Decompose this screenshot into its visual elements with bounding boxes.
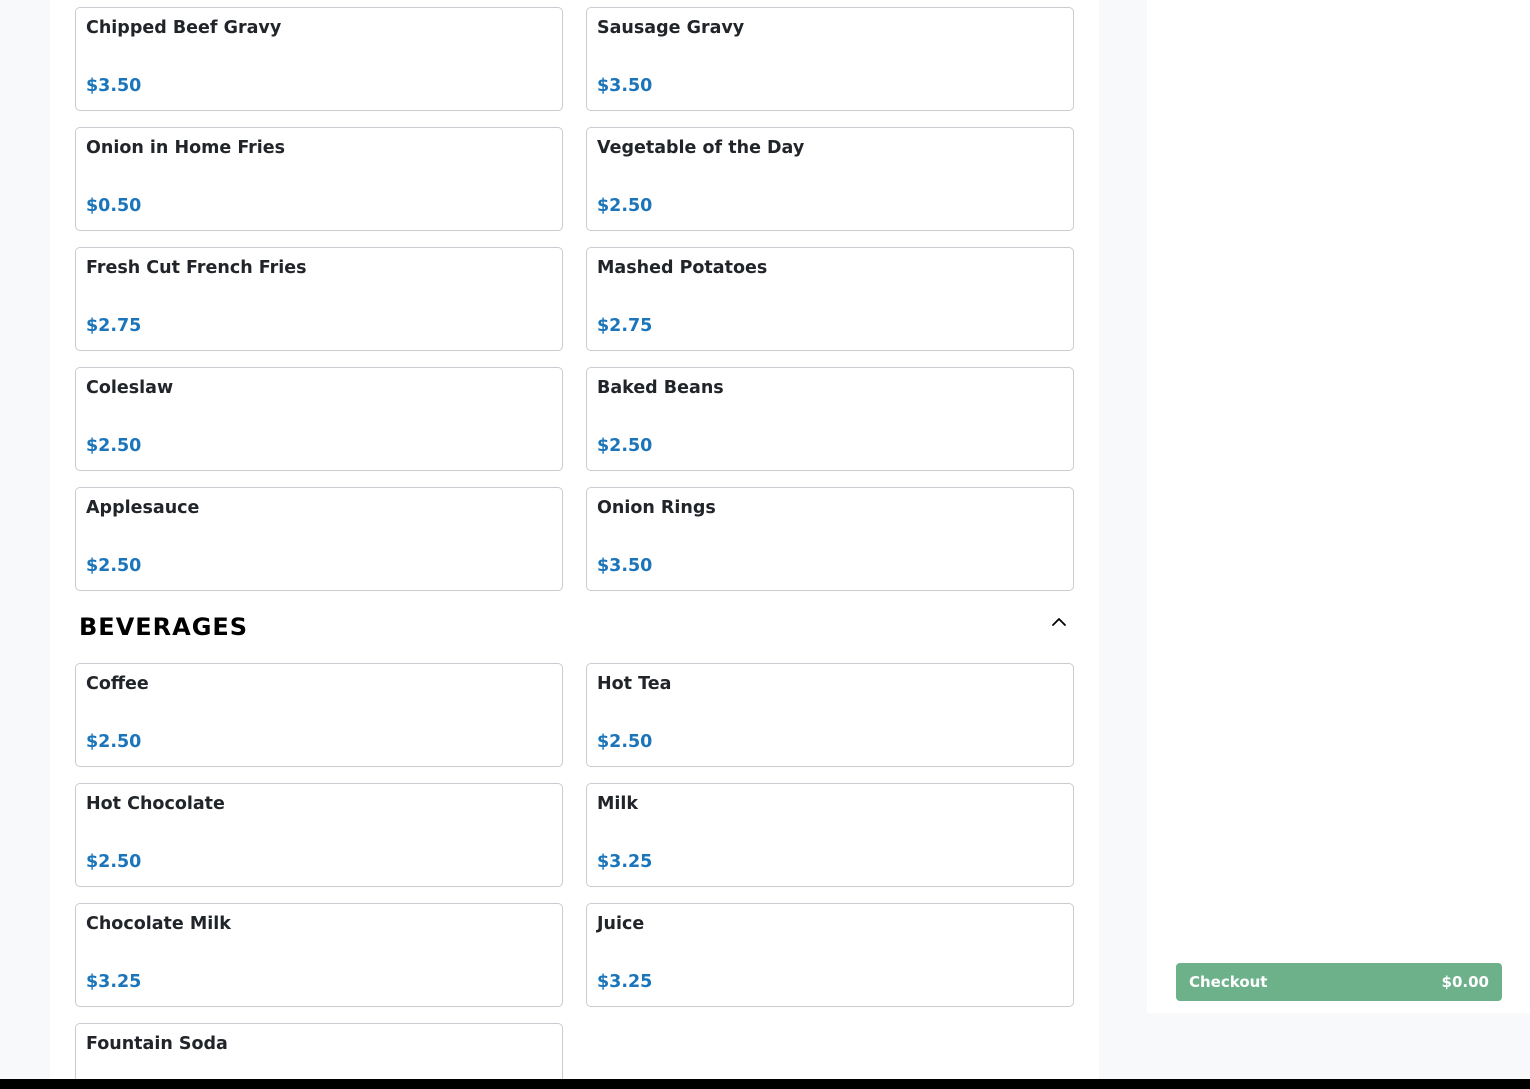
item-name: Onion Rings [597, 498, 716, 518]
menu-item-card[interactable]: Fresh Cut French Fries $2.75 [75, 247, 563, 351]
checkout-button[interactable]: Checkout $0.00 [1176, 963, 1502, 1001]
item-name: Fresh Cut French Fries [86, 258, 307, 278]
item-price: $2.50 [86, 852, 142, 872]
menu-item-card[interactable]: Vegetable of the Day $2.50 [586, 127, 1074, 231]
menu-item-card[interactable]: Applesauce $2.50 [75, 487, 563, 591]
item-name: Mashed Potatoes [597, 258, 768, 278]
item-name: Baked Beans [597, 378, 724, 398]
item-name: Onion in Home Fries [86, 138, 286, 158]
item-price: $3.50 [597, 556, 653, 576]
item-price: $2.50 [597, 436, 653, 456]
menu-item-card[interactable]: Sausage Gravy $3.50 [586, 7, 1074, 111]
item-price: $3.25 [597, 852, 653, 872]
section-title: BEVERAGES [79, 613, 249, 641]
menu-item-card[interactable]: Coleslaw $2.50 [75, 367, 563, 471]
beverages-section-header: BEVERAGES [79, 608, 1074, 648]
menu-item-card[interactable]: Hot Chocolate $2.50 [75, 783, 563, 887]
item-name: Hot Chocolate [86, 794, 225, 814]
item-price: $0.50 [86, 196, 142, 216]
item-price: $2.50 [86, 732, 142, 752]
item-price: $3.50 [86, 76, 142, 96]
item-name: Chocolate Milk [86, 914, 231, 934]
cart-panel [1147, 0, 1530, 1013]
chevron-up-icon[interactable] [1048, 611, 1070, 633]
checkout-label: Checkout [1189, 973, 1268, 991]
item-name: Hot Tea [597, 674, 672, 694]
cart-total: $0.00 [1441, 973, 1489, 991]
menu-item-card[interactable]: Hot Tea $2.50 [586, 663, 1074, 767]
item-price: $2.75 [86, 316, 142, 336]
sides-grid: Chipped Beef Gravy $3.50 Sausage Gravy $3.… [75, 7, 1074, 591]
item-name: Fountain Soda [86, 1034, 228, 1054]
bottom-bar [0, 1079, 1530, 1089]
item-price: $3.25 [597, 972, 653, 992]
item-price: $2.75 [597, 316, 653, 336]
item-price: $3.25 [86, 972, 142, 992]
menu-item-card[interactable]: Baked Beans $2.50 [586, 367, 1074, 471]
menu-column: Chipped Beef Gravy $3.50 Sausage Gravy $3.… [50, 0, 1099, 1089]
page: Chipped Beef Gravy $3.50 Sausage Gravy $3.… [0, 0, 1530, 1089]
item-name: Coffee [86, 674, 149, 694]
item-name: Milk [597, 794, 639, 814]
beverages-grid: Coffee $2.50 Hot Tea $2.50 Hot Chocolate $2… [75, 663, 1074, 1089]
menu-item-card[interactable]: Chocolate Milk $3.25 [75, 903, 563, 1007]
menu-item-card[interactable]: Coffee $2.50 [75, 663, 563, 767]
menu-item-card[interactable]: Chipped Beef Gravy $3.50 [75, 7, 563, 111]
item-price: $2.50 [86, 556, 142, 576]
item-name: Coleslaw [86, 378, 174, 398]
item-price: $3.50 [597, 76, 653, 96]
item-price: $2.50 [597, 196, 653, 216]
item-name: Chipped Beef Gravy [86, 18, 282, 38]
menu-item-card[interactable]: Mashed Potatoes $2.75 [586, 247, 1074, 351]
item-name: Juice [597, 914, 645, 934]
menu-item-card[interactable]: Onion in Home Fries $0.50 [75, 127, 563, 231]
item-name: Applesauce [86, 498, 200, 518]
item-price: $2.50 [597, 732, 653, 752]
item-name: Sausage Gravy [597, 18, 745, 38]
menu-item-card[interactable]: Juice $3.25 [586, 903, 1074, 1007]
menu-item-card[interactable]: Onion Rings $3.50 [586, 487, 1074, 591]
menu-item-card[interactable]: Milk $3.25 [586, 783, 1074, 887]
item-name: Vegetable of the Day [597, 138, 805, 158]
item-price: $2.50 [86, 436, 142, 456]
